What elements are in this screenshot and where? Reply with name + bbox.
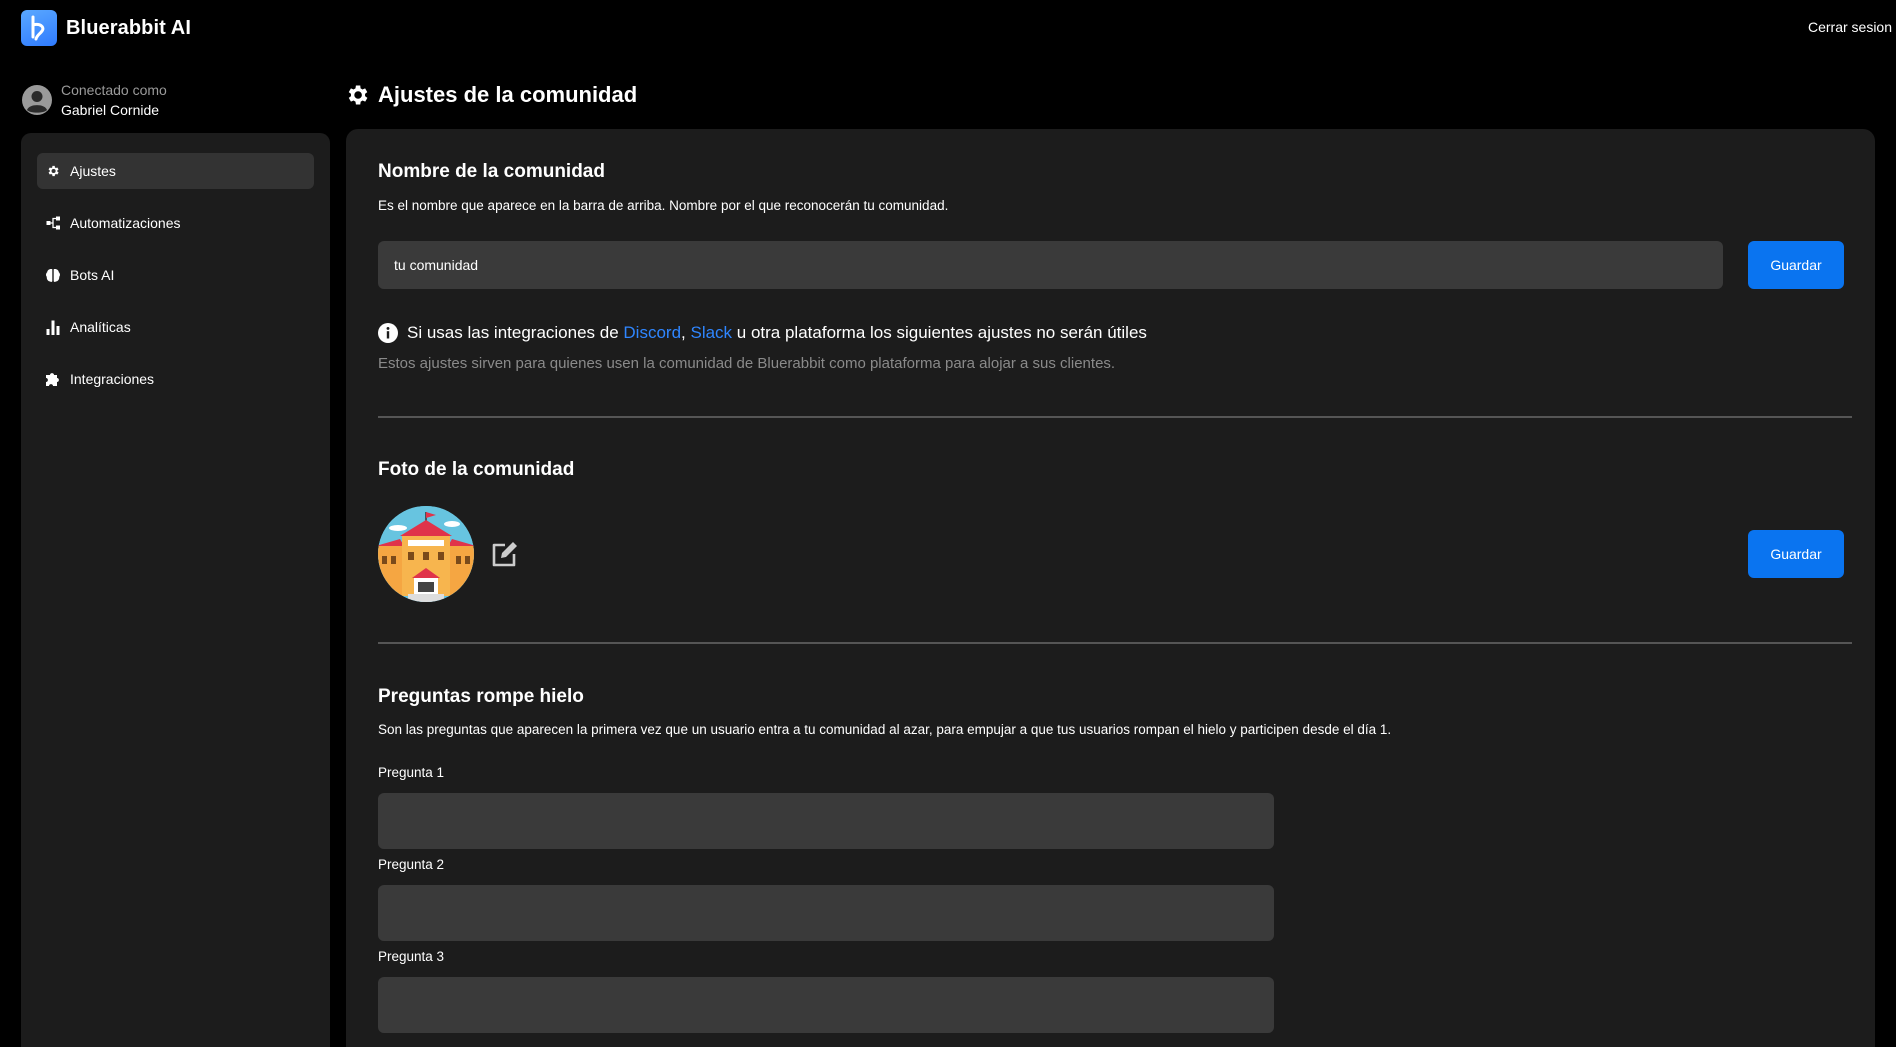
sidebar-item-automatizaciones[interactable]: Automatizaciones xyxy=(37,205,314,241)
sidebar-item-ajustes[interactable]: Ajustes xyxy=(37,153,314,189)
icebreakers-description: Son las preguntas que aparecen la primer… xyxy=(378,722,1392,737)
sidebar-item-label: Automatizaciones xyxy=(70,215,181,231)
section-divider xyxy=(378,642,1852,644)
sidebar-item-label: Bots AI xyxy=(70,267,115,283)
edit-photo-button[interactable] xyxy=(488,539,520,571)
bluerabbit-logo-icon xyxy=(21,10,57,46)
settings-panel: Nombre de la comunidad Es el nombre que … xyxy=(346,129,1875,1047)
edit-icon xyxy=(492,542,517,567)
sidebar-item-analiticas[interactable]: Analíticas xyxy=(37,309,314,345)
integrations-notice: Si usas las integraciones de Discord, Sl… xyxy=(378,323,1147,343)
logout-link[interactable]: Cerrar sesion xyxy=(1808,19,1892,35)
info-icon xyxy=(378,323,398,343)
community-photo xyxy=(378,506,474,602)
question-2-label: Pregunta 2 xyxy=(378,857,445,872)
bar-chart-icon xyxy=(45,319,61,335)
brand-name: Bluerabbit AI xyxy=(66,16,192,39)
community-name-description: Es el nombre que aparece en la barra de … xyxy=(378,198,949,213)
question-3-label: Pregunta 3 xyxy=(378,949,445,964)
user-name: Gabriel Cornide xyxy=(61,102,160,118)
icebreakers-title: Preguntas rompe hielo xyxy=(378,686,584,707)
notice-suffix: u otra plataforma los siguientes ajustes… xyxy=(732,323,1147,342)
app-root: Bluerabbit AI Cerrar sesion Conectado co… xyxy=(0,0,1896,1047)
sidebar-item-bots-ai[interactable]: Bots AI xyxy=(37,257,314,293)
question-1-label: Pregunta 1 xyxy=(378,765,445,780)
sidebar-item-label: Integraciones xyxy=(70,371,155,387)
puzzle-icon xyxy=(45,371,61,387)
user-caption: Conectado como xyxy=(61,82,167,98)
workflow-icon xyxy=(45,215,61,231)
current-user: Conectado como Gabriel Cornide xyxy=(21,80,167,120)
school-building-icon xyxy=(378,506,474,602)
sidebar-item-label: Analíticas xyxy=(70,319,131,335)
section-divider xyxy=(378,416,1852,418)
top-bar: Bluerabbit AI Cerrar sesion xyxy=(0,0,1896,58)
question-2-input[interactable] xyxy=(378,885,1274,941)
discord-link[interactable]: Discord xyxy=(623,323,681,342)
sidebar-item-label: Ajustes xyxy=(70,163,116,179)
page-header: Ajustes de la comunidad xyxy=(344,82,637,108)
page-title: Ajustes de la comunidad xyxy=(378,82,638,107)
brand[interactable]: Bluerabbit AI xyxy=(21,10,191,46)
integrations-notice-subtext: Estos ajustes sirven para quienes usen l… xyxy=(378,355,1116,372)
save-community-name-button[interactable]: Guardar xyxy=(1748,241,1844,289)
sidebar-item-integraciones[interactable]: Integraciones xyxy=(37,361,314,397)
sidebar: Ajustes Automatizaciones Bots AI Analíti… xyxy=(21,133,330,1047)
user-avatar-icon xyxy=(22,85,52,115)
question-3-input[interactable] xyxy=(378,977,1274,1033)
community-name-input[interactable] xyxy=(378,241,1723,289)
integrations-notice-text: Si usas las integraciones de Discord, Sl… xyxy=(407,323,1147,343)
gear-icon xyxy=(45,163,61,179)
notice-prefix: Si usas las integraciones de xyxy=(407,323,624,342)
slack-link[interactable]: Slack xyxy=(690,323,732,342)
community-name-title: Nombre de la comunidad xyxy=(378,161,605,182)
community-photo-title: Foto de la comunidad xyxy=(378,459,575,480)
question-1-input[interactable] xyxy=(378,793,1274,849)
save-community-photo-button[interactable]: Guardar xyxy=(1748,530,1844,578)
brain-icon xyxy=(45,267,61,283)
gear-icon xyxy=(348,85,368,105)
